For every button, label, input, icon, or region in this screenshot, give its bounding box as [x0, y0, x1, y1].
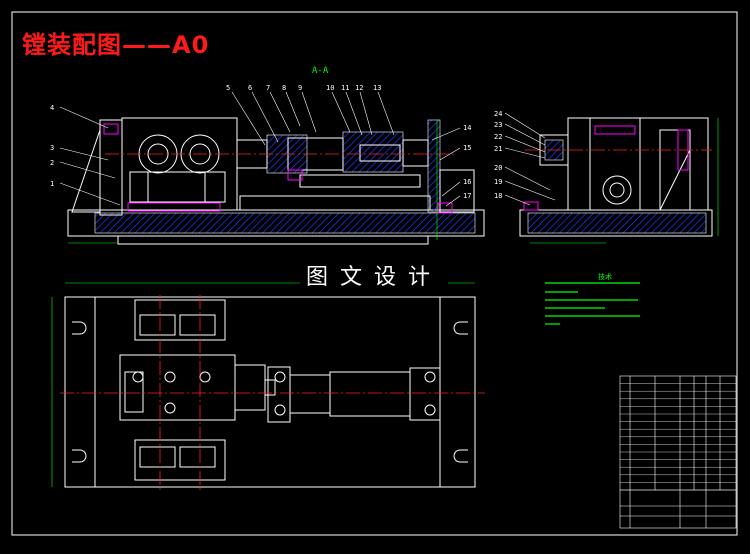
balloon-8: 8 [282, 84, 286, 92]
balloon-1: 1 [50, 180, 54, 188]
balloon-21: 21 [494, 145, 502, 153]
balloon-6: 6 [248, 84, 252, 92]
balloon-19: 19 [494, 178, 502, 186]
balloon-4: 4 [50, 104, 54, 112]
section-label: A-A [312, 66, 329, 76]
drawing-title: 镗装配图——A0 [22, 31, 210, 59]
balloon-15: 15 [463, 144, 471, 152]
balloon-11: 11 [341, 84, 349, 92]
balloon-23: 23 [494, 121, 502, 129]
balloon-22: 22 [494, 133, 502, 141]
drawing-sheet: 1 2 3 4 5 6 7 8 9 10 11 12 13 14 15 16 1… [0, 0, 750, 550]
side-view: 24 23 22 21 20 19 18 [494, 110, 719, 244]
balloon-3: 3 [50, 144, 54, 152]
front-section-view: 1 2 3 4 5 6 7 8 9 10 11 12 13 14 15 16 1… [50, 84, 485, 245]
balloon-20: 20 [494, 164, 502, 172]
tech-requirements-title: 技术 [598, 273, 612, 281]
balloon-14: 14 [463, 124, 471, 132]
parts-list-rows [620, 383, 736, 491]
balloon-10: 10 [326, 84, 334, 92]
balloon-5: 5 [226, 84, 230, 92]
top-view [51, 282, 485, 490]
balloon-17: 17 [463, 192, 471, 200]
tech-requirements [545, 282, 640, 325]
balloon-13: 13 [373, 84, 381, 92]
watermark-text: 图文设计 [300, 259, 449, 291]
gearbox [121, 117, 238, 211]
balloon-18: 18 [494, 192, 502, 200]
balloon-24: 24 [494, 110, 502, 118]
balloon-12: 12 [355, 84, 363, 92]
balloon-9: 9 [298, 84, 302, 92]
balloon-7: 7 [266, 84, 270, 92]
balloon-16: 16 [463, 178, 471, 186]
balloon-2: 2 [50, 159, 54, 167]
